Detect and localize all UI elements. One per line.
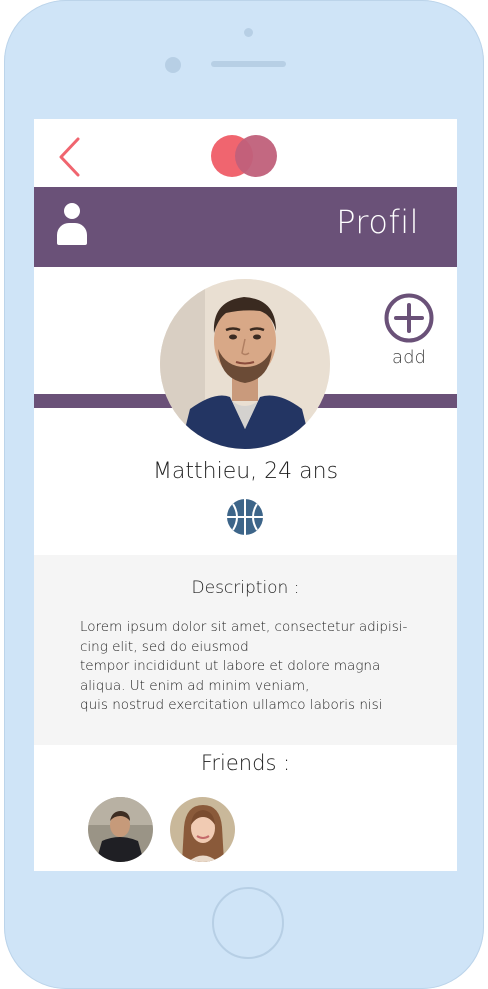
logo-circle-right [235,135,277,177]
description-title: Description : [191,578,300,598]
friend-avatar[interactable] [170,797,235,862]
profile-name: Matthieu, 24 ans [152,459,339,484]
phone-home-button[interactable] [212,887,284,959]
description-line: cing elit, sed do eiusmod [80,638,249,655]
phone-speaker [211,61,286,67]
description-panel: Description : Lorem ipsum dolor sit amet… [34,555,457,745]
description-line: aliqua. Ut enim ad minim veniam, [80,677,310,694]
header-bar: Profil [34,187,457,267]
back-button[interactable] [56,136,86,178]
page-title: Profil [336,203,419,241]
phone-camera [165,57,181,73]
friend-avatar[interactable] [88,797,153,862]
profile-photo [160,279,330,449]
description-line: quis nostrud exercitation ullamco labori… [80,697,383,713]
add-label: add [392,347,426,368]
profile-avatar [160,279,330,449]
description-text: Lorem ipsum dolor sit amet, consectetur … [80,618,420,716]
chevron-left-icon [59,137,80,177]
app-screen: Profil add Matthieu, 24 ans Description … [34,119,457,871]
app-logo [208,133,282,179]
description-line: Lorem ipsum dolor sit amet, consectetur … [80,619,408,635]
phone-sensor [244,28,253,37]
add-friend-button[interactable]: add [382,291,436,371]
description-line: tempor incididunt ut labore et dolore ma… [80,658,381,674]
user-icon [57,203,87,245]
friends-title: Friends : [200,751,291,775]
basketball-icon [226,498,264,536]
plus-circle-icon [384,293,434,343]
